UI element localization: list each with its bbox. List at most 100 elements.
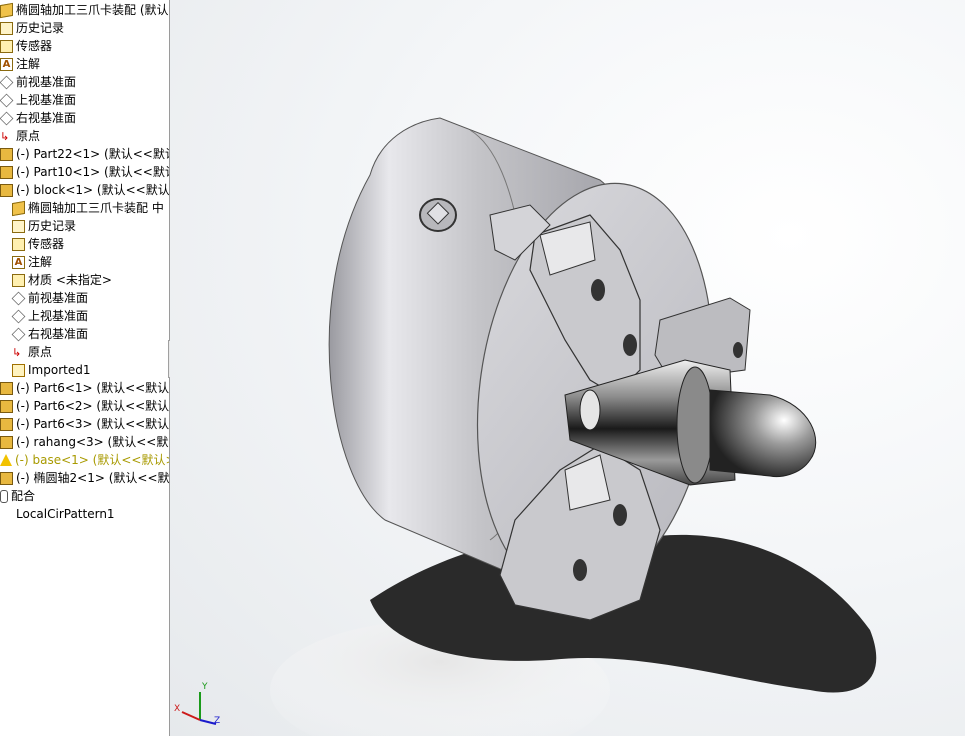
tree-item-label: (-) rahang<3> (默认<<默认> bbox=[16, 435, 169, 449]
tree-item-label: (-) block<1> (默认<<默认>_ bbox=[16, 183, 170, 197]
tree-item[interactable]: 右视基准面 bbox=[11, 325, 89, 343]
tree-item[interactable]: (-) Part10<1> (默认<<默认> bbox=[0, 163, 170, 181]
plane-icon bbox=[0, 111, 14, 125]
tree-item[interactable]: (-) Part6<3> (默认<<默认> bbox=[0, 415, 170, 433]
annotation-icon: A bbox=[12, 255, 25, 269]
shaft-collar bbox=[676, 366, 714, 484]
tree-item-label: (-) 椭圆轴2<1> (默认<<默认 bbox=[16, 471, 170, 485]
origin-icon: ↳ bbox=[12, 345, 22, 359]
chuck-model-view[interactable] bbox=[170, 0, 965, 736]
tree-item[interactable]: 配合 bbox=[0, 487, 35, 505]
assembly-icon bbox=[12, 200, 25, 216]
tree-item-label: 历史记录 bbox=[28, 219, 77, 233]
assembly-icon bbox=[0, 2, 13, 18]
tree-item-label: 右视基准面 bbox=[16, 111, 77, 125]
tree-item-label: Imported1 bbox=[28, 363, 91, 377]
tree-item-label: (-) Part22<1> (默认<<默认> bbox=[16, 147, 170, 161]
jaw-right-hole bbox=[733, 342, 743, 358]
tree-item-label: (-) Part6<2> (默认<<默认> bbox=[16, 399, 170, 413]
tree-item-label: 前视基准面 bbox=[16, 75, 77, 89]
tree-item-label: (-) Part6<3> (默认<<默认> bbox=[16, 417, 170, 431]
plane-icon bbox=[0, 93, 14, 107]
warning-icon bbox=[0, 454, 12, 466]
tree-item-label: (-) base<1> (默认<<默认> bbox=[15, 453, 170, 467]
tree-item[interactable]: 前视基准面 bbox=[0, 73, 76, 91]
part-icon bbox=[0, 435, 13, 449]
tree-item-label: 右视基准面 bbox=[28, 327, 89, 341]
tree-item-label: 原点 bbox=[16, 129, 41, 143]
part-icon bbox=[0, 471, 13, 485]
tree-item[interactable]: Imported1 bbox=[12, 361, 90, 379]
part-icon bbox=[0, 381, 13, 395]
tree-item-label: 上视基准面 bbox=[16, 93, 77, 107]
tree-item[interactable]: (-) Part6<1> (默认<<默认> bbox=[0, 379, 170, 397]
tree-item[interactable]: 上视基准面 bbox=[11, 307, 89, 325]
tree-item-label: 前视基准面 bbox=[28, 291, 89, 305]
annotation-icon: A bbox=[0, 57, 13, 71]
tree-item-label: 椭圆轴加工三爪卡装配 中 bbox=[28, 201, 164, 215]
shaft-slot bbox=[579, 389, 601, 431]
plane-icon bbox=[11, 291, 26, 305]
imported-icon bbox=[12, 363, 25, 377]
plane-icon bbox=[11, 309, 26, 323]
tree-item[interactable]: 前视基准面 bbox=[11, 289, 89, 307]
tree-item[interactable]: (-) Part22<1> (默认<<默认> bbox=[0, 145, 170, 163]
tree-item-label: 传感器 bbox=[16, 39, 53, 53]
tree-item[interactable]: (-) 椭圆轴2<1> (默认<<默认 bbox=[0, 469, 170, 487]
tree-item-label: LocalCirPattern1 bbox=[16, 507, 115, 521]
graphics-viewport[interactable] bbox=[170, 0, 965, 736]
part-icon bbox=[0, 417, 13, 431]
tree-item[interactable]: A 注解 bbox=[0, 55, 40, 73]
tree-item-label: 历史记录 bbox=[16, 21, 65, 35]
history-icon bbox=[0, 21, 13, 35]
jaw-bottom-hole-1 bbox=[613, 504, 627, 526]
tree-item-label: 配合 bbox=[11, 489, 36, 503]
tree-item[interactable]: LocalCirPattern1 bbox=[0, 505, 115, 523]
feature-manager-tree[interactable]: 椭圆轴加工三爪卡装配 (默认< 历史记录 传感器 A 注解 前视基准面 上视基准面 右视基准面… bbox=[0, 0, 170, 736]
triad-z-label: Z bbox=[214, 716, 221, 726]
tree-item-label: 材质 <未指定> bbox=[28, 273, 112, 287]
sensor-icon bbox=[12, 237, 25, 251]
history-icon bbox=[12, 219, 25, 233]
triad-x-label: X bbox=[174, 704, 181, 714]
jaw-bottom-hole-2 bbox=[573, 559, 587, 581]
tree-item[interactable]: 历史记录 bbox=[0, 19, 64, 37]
tree-item-label: 传感器 bbox=[28, 237, 65, 251]
part-icon bbox=[0, 399, 13, 413]
tree-item-label: 椭圆轴加工三爪卡装配 (默认< bbox=[16, 3, 170, 17]
tree-item[interactable]: 历史记录 bbox=[12, 217, 76, 235]
tree-item-label: (-) Part6<1> (默认<<默认> bbox=[16, 381, 170, 395]
tree-item[interactable]: 传感器 bbox=[0, 37, 52, 55]
mates-icon bbox=[0, 489, 8, 503]
tree-item[interactable]: 上视基准面 bbox=[0, 91, 76, 109]
tree-item[interactable]: (-) base<1> (默认<<默认> bbox=[0, 451, 170, 469]
tree-item[interactable]: (-) Part6<2> (默认<<默认> bbox=[0, 397, 170, 415]
tree-item[interactable]: A 注解 bbox=[12, 253, 52, 271]
part-icon bbox=[0, 165, 13, 179]
origin-icon: ↳ bbox=[0, 129, 10, 143]
tree-item[interactable]: ↳ 原点 bbox=[0, 127, 40, 145]
plane-icon bbox=[0, 75, 14, 89]
tree-item[interactable]: (-) block<1> (默认<<默认>_ bbox=[0, 181, 170, 199]
tree-item-label: 注解 bbox=[28, 255, 53, 269]
tree-item-label: 原点 bbox=[28, 345, 53, 359]
tree-item[interactable]: 右视基准面 bbox=[0, 109, 76, 127]
tree-item-label: 注解 bbox=[16, 57, 41, 71]
tree-item-label: 上视基准面 bbox=[28, 309, 89, 323]
triad-y-label: Y bbox=[202, 682, 208, 692]
material-icon bbox=[12, 273, 25, 287]
tree-item[interactable]: 传感器 bbox=[12, 235, 64, 253]
tree-item[interactable]: 材质 <未指定> bbox=[12, 271, 112, 289]
jaw-top-hole-1 bbox=[591, 279, 605, 301]
tree-item[interactable]: ↳ 原点 bbox=[12, 343, 52, 361]
jaw-top-hole-2 bbox=[623, 334, 637, 356]
coordinate-triad: Y X Z bbox=[174, 682, 224, 732]
workpiece-tip bbox=[709, 389, 817, 478]
tree-item[interactable]: 椭圆轴加工三爪卡装配 中 bbox=[12, 199, 164, 217]
tree-item[interactable]: (-) rahang<3> (默认<<默认> bbox=[0, 433, 169, 451]
part-icon bbox=[0, 183, 13, 197]
tree-item-label: (-) Part10<1> (默认<<默认> bbox=[16, 165, 170, 179]
part-icon bbox=[0, 147, 13, 161]
tree-item[interactable]: 椭圆轴加工三爪卡装配 (默认< bbox=[0, 1, 170, 19]
plane-icon bbox=[11, 327, 26, 341]
